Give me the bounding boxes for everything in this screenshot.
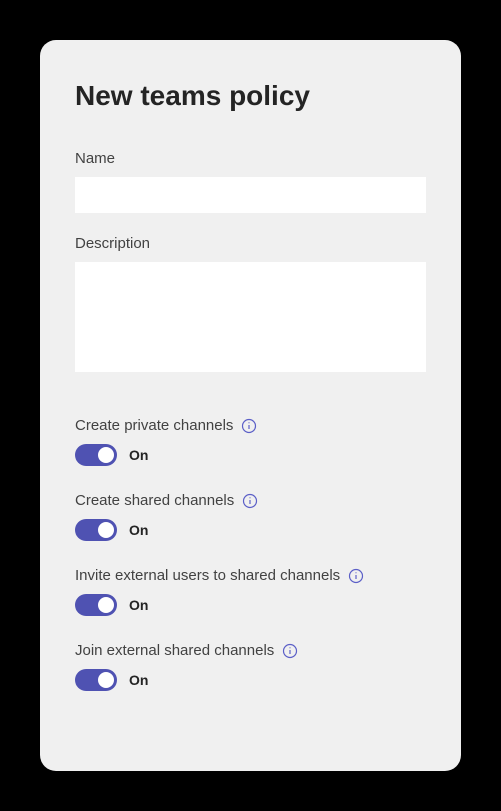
toggle-state: On xyxy=(129,522,148,538)
info-icon[interactable] xyxy=(241,418,257,434)
toggle-knob xyxy=(98,522,114,538)
name-input[interactable] xyxy=(75,177,426,213)
toggle-switch[interactable] xyxy=(75,519,117,541)
toggle-label-row: Create shared channels xyxy=(75,492,426,509)
toggle-row: On xyxy=(75,594,426,616)
toggle-switch[interactable] xyxy=(75,594,117,616)
toggle-label: Invite external users to shared channels xyxy=(75,567,340,584)
description-label: Description xyxy=(75,235,426,252)
toggle-row: On xyxy=(75,444,426,466)
toggle-switch[interactable] xyxy=(75,444,117,466)
toggle-label: Create private channels xyxy=(75,417,233,434)
description-field-group: Description xyxy=(75,235,426,377)
toggle-state: On xyxy=(129,597,148,613)
toggle-knob xyxy=(98,597,114,613)
toggle-label-row: Invite external users to shared channels xyxy=(75,567,426,584)
toggle-knob xyxy=(98,447,114,463)
info-icon[interactable] xyxy=(348,568,364,584)
toggle-row: On xyxy=(75,669,426,691)
toggle-group-invite-external: Invite external users to shared channels… xyxy=(75,567,426,616)
toggle-label: Join external shared channels xyxy=(75,642,274,659)
toggle-state: On xyxy=(129,672,148,688)
toggle-group-join-external: Join external shared channels On xyxy=(75,642,426,691)
description-input[interactable] xyxy=(75,262,426,372)
toggle-switch[interactable] xyxy=(75,669,117,691)
info-icon[interactable] xyxy=(282,643,298,659)
toggle-state: On xyxy=(129,447,148,463)
page-title: New teams policy xyxy=(75,80,426,112)
toggle-label-row: Create private channels xyxy=(75,417,426,434)
toggle-row: On xyxy=(75,519,426,541)
info-icon[interactable] xyxy=(242,493,258,509)
toggle-group-shared-channels: Create shared channels On xyxy=(75,492,426,541)
name-field-group: Name xyxy=(75,150,426,213)
settings-section: Create private channels On Create sha xyxy=(75,417,426,691)
toggle-group-private-channels: Create private channels On xyxy=(75,417,426,466)
policy-panel: New teams policy Name Description Create… xyxy=(40,40,461,771)
toggle-knob xyxy=(98,672,114,688)
toggle-label-row: Join external shared channels xyxy=(75,642,426,659)
toggle-label: Create shared channels xyxy=(75,492,234,509)
name-label: Name xyxy=(75,150,426,167)
